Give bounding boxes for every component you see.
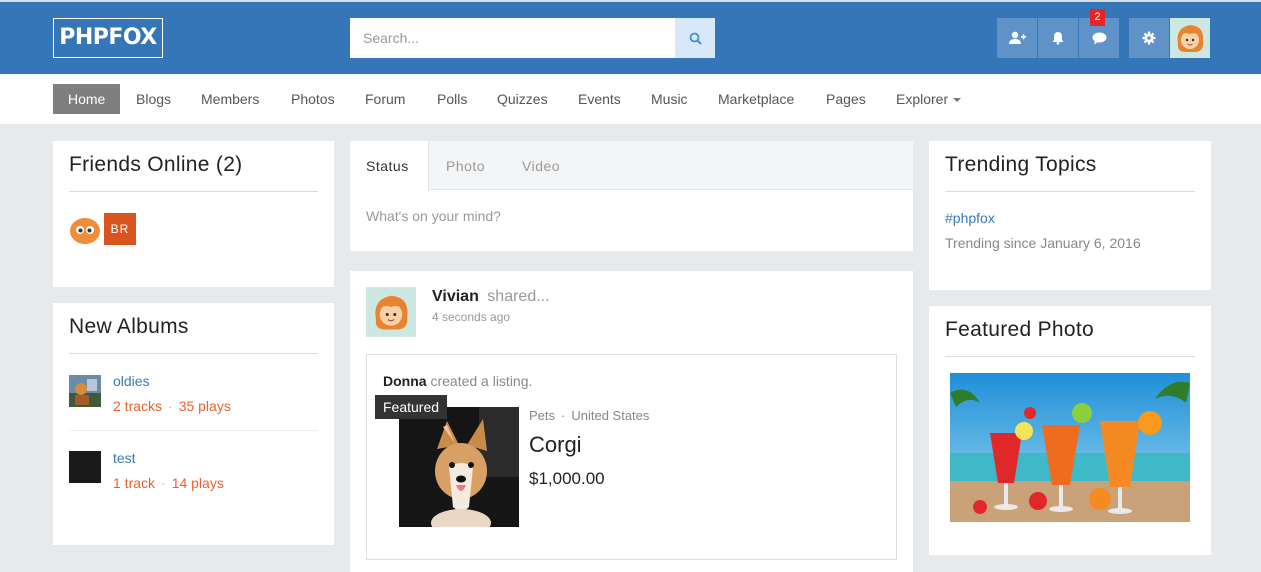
cocktails-image (950, 373, 1190, 522)
trending-title: Trending Topics (945, 153, 1097, 176)
friend-avatar-initials[interactable]: BR (104, 213, 136, 245)
dot-separator: · (561, 408, 566, 423)
listing-category[interactable]: Pets (529, 408, 555, 423)
album-title[interactable]: test (113, 450, 136, 466)
new-albums-title: New Albums (69, 315, 189, 338)
album-plays: 14 plays (171, 475, 224, 491)
corgi-image (399, 407, 519, 527)
search-icon (689, 32, 702, 45)
album-plays: 35 plays (178, 398, 231, 414)
user-avatar[interactable] (1170, 18, 1210, 58)
nav-members[interactable]: Members (201, 84, 259, 114)
listing-photo[interactable] (399, 407, 519, 527)
nav-music[interactable]: Music (651, 84, 688, 114)
nav-blogs[interactable]: Blogs (136, 84, 171, 114)
listing-title[interactable]: Corgi (529, 432, 582, 458)
nav-marketplace[interactable]: Marketplace (718, 84, 794, 114)
friends-online-title: Friends Online (2) (69, 153, 243, 176)
add-friend-icon (1009, 31, 1026, 44)
listing-location: United States (571, 408, 650, 423)
album-tracks: 2 tracks (113, 398, 163, 414)
avatar-image (366, 287, 416, 337)
shared-listing-card: Donna created a listing. Featured Pets · U… (366, 354, 897, 560)
tab-status[interactable]: Status (366, 141, 409, 191)
nav-photos[interactable]: Photos (291, 84, 335, 114)
settings-button[interactable] (1129, 18, 1169, 58)
feed-author-avatar[interactable] (366, 287, 416, 337)
bell-icon (1052, 32, 1064, 45)
search-button[interactable] (675, 18, 715, 58)
nav-explorer-label: Explorer (896, 91, 949, 107)
featured-photo-title: Featured Photo (945, 318, 1094, 341)
album-stats: 2 tracks · 35 plays (113, 398, 231, 414)
trending-since: Trending since January 6, 2016 (945, 235, 1141, 251)
new-albums-panel: New Albums oldies 2 tracks · 35 plays test… (53, 303, 334, 545)
top-header: PHPFOX 2 (0, 0, 1261, 74)
feed-timestamp[interactable]: 4 seconds ago (432, 310, 510, 324)
chat-icon (1092, 32, 1106, 44)
shared-action: created a listing. (430, 373, 533, 389)
gear-icon (1142, 31, 1156, 45)
nav-polls[interactable]: Polls (437, 84, 467, 114)
avatar-image (1170, 18, 1210, 58)
friends-online-panel: Friends Online (2) BR (53, 141, 334, 287)
caret-down-icon (953, 98, 962, 103)
nav-events[interactable]: Events (578, 84, 621, 114)
listing-meta: Pets · United States (529, 408, 649, 423)
friend-avatar[interactable] (69, 213, 101, 245)
nav-explorer[interactable]: Explorer (896, 84, 962, 114)
featured-photo[interactable] (950, 373, 1190, 522)
tab-photo[interactable]: Photo (446, 141, 485, 191)
listing-price: $1,000.00 (529, 469, 605, 488)
nav-home[interactable]: Home (53, 84, 121, 114)
nav-forum[interactable]: Forum (365, 84, 405, 114)
album-tracks: 1 track (113, 475, 156, 491)
nav-quizzes[interactable]: Quizzes (497, 84, 548, 114)
divider (69, 430, 318, 431)
dot-separator: · (168, 398, 173, 414)
divider (945, 191, 1195, 192)
album-title[interactable]: oldies (113, 373, 150, 389)
featured-photo-panel: Featured Photo (929, 306, 1211, 555)
tab-video[interactable]: Video (522, 141, 560, 191)
search-input[interactable] (350, 18, 675, 58)
composer-tab-bar (350, 141, 913, 190)
trending-topics-panel: Trending Topics #phpfox Trending since J… (929, 141, 1211, 290)
dot-separator: · (161, 475, 166, 491)
trending-hashtag[interactable]: #phpfox (945, 210, 995, 226)
search-box (350, 18, 715, 58)
album-stats: 1 track · 14 plays (113, 475, 224, 491)
shared-user-name[interactable]: Donna (383, 373, 427, 389)
main-nav: Home Blogs Members Photos Forum Polls Qu… (0, 74, 1261, 124)
divider (69, 191, 318, 192)
album-cover[interactable] (69, 375, 101, 407)
notifications-button[interactable] (1038, 18, 1078, 58)
status-composer: Status Photo Video What's on your mind? (350, 141, 913, 251)
messages-count-badge: 2 (1090, 9, 1105, 26)
site-logo[interactable]: PHPFOX (53, 18, 163, 58)
shared-header: Donna created a listing. (383, 373, 532, 389)
friend-requests-button[interactable] (997, 18, 1037, 58)
status-input[interactable]: What's on your mind? (366, 208, 501, 224)
divider (945, 356, 1195, 357)
monster-avatar-image (69, 213, 101, 245)
feed-action: shared... (487, 288, 550, 305)
featured-badge: Featured (375, 395, 448, 419)
nav-pages[interactable]: Pages (826, 84, 866, 114)
divider (69, 353, 318, 354)
feed-item: Vivian shared... 4 seconds ago Donna cre… (350, 271, 913, 572)
album-cover-image (69, 375, 101, 407)
album-cover[interactable] (69, 451, 101, 483)
feed-header: Vivian shared... (432, 288, 550, 306)
feed-author-name[interactable]: Vivian (432, 288, 479, 305)
